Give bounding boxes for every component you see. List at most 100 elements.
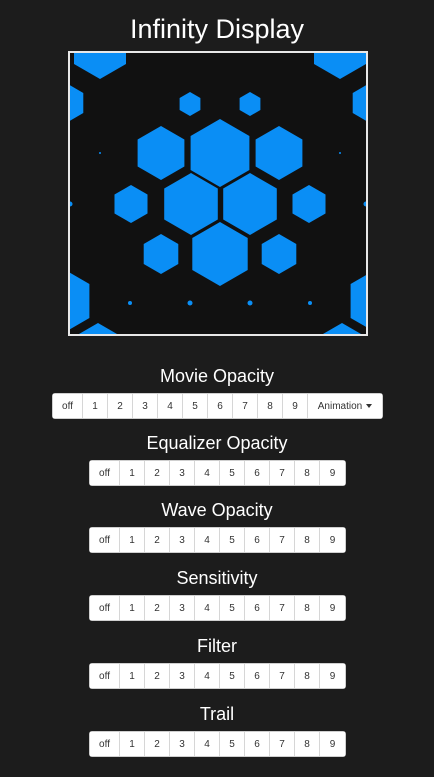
dot-shape	[70, 201, 73, 207]
filter-5-button[interactable]: 5	[220, 664, 245, 688]
equalizer-opacity-2-button[interactable]: 2	[145, 461, 170, 485]
equalizer-opacity-8-button[interactable]: 8	[295, 461, 320, 485]
dot-shape	[339, 152, 341, 154]
sensitivity-2-button[interactable]: 2	[145, 596, 170, 620]
trail-label: Trail	[199, 704, 235, 724]
wave-opacity-off-button[interactable]: off	[90, 528, 120, 552]
hexagon-shape	[255, 126, 303, 180]
hexagon-shape	[70, 272, 90, 330]
wave-opacity-3-button[interactable]: 3	[170, 528, 195, 552]
movie-opacity-7-button[interactable]: 7	[233, 394, 258, 418]
sensitivity-8-button[interactable]: 8	[295, 596, 320, 620]
movie-opacity-off-button[interactable]: off	[53, 394, 83, 418]
movie-opacity-3-button[interactable]: 3	[133, 394, 158, 418]
hexagon-shape	[164, 173, 218, 235]
hexagon-shape	[192, 222, 248, 286]
hexagon-shape	[350, 275, 366, 327]
wave-opacity-8-button[interactable]: 8	[295, 528, 320, 552]
hexagon-shape	[292, 185, 326, 223]
animation-dropdown-button[interactable]: Animation	[308, 394, 382, 418]
hexagon-visualizer	[70, 53, 366, 334]
wave-opacity-1-button[interactable]: 1	[120, 528, 145, 552]
hexagon-shape	[74, 53, 126, 79]
movie-opacity-2-button[interactable]: 2	[108, 394, 133, 418]
equalizer-opacity-5-button[interactable]: 5	[220, 461, 245, 485]
visualizer-display	[68, 51, 368, 336]
filter-8-button[interactable]: 8	[295, 664, 320, 688]
hexagon-shape	[239, 92, 261, 116]
wave-opacity-9-button[interactable]: 9	[320, 528, 345, 552]
filter-9-button[interactable]: 9	[320, 664, 345, 688]
movie-opacity-1-button[interactable]: 1	[83, 394, 108, 418]
hexagon-shape	[314, 53, 366, 79]
trail-8-button[interactable]: 8	[295, 732, 320, 756]
hexagon-shape	[190, 119, 250, 187]
wave-opacity-button-group: off 1 2 3 4 5 6 7 8 9	[89, 527, 346, 553]
trail-1-button[interactable]: 1	[120, 732, 145, 756]
hexagon-shape	[223, 173, 277, 235]
trail-button-group: off 1 2 3 4 5 6 7 8 9	[89, 731, 346, 757]
animation-dropdown-label: Animation	[317, 400, 363, 412]
wave-opacity-5-button[interactable]: 5	[220, 528, 245, 552]
hexagon-shape	[78, 323, 118, 334]
sensitivity-button-group: off 1 2 3 4 5 6 7 8 9	[89, 595, 346, 621]
dot-shape	[187, 300, 193, 306]
sensitivity-7-button[interactable]: 7	[270, 596, 295, 620]
dot-shape	[247, 300, 253, 306]
trail-7-button[interactable]: 7	[270, 732, 295, 756]
equalizer-opacity-7-button[interactable]: 7	[270, 461, 295, 485]
sensitivity-off-button[interactable]: off	[90, 596, 120, 620]
filter-off-button[interactable]: off	[90, 664, 120, 688]
hexagon-shape	[137, 126, 185, 180]
hexagon-shape	[114, 185, 148, 223]
filter-4-button[interactable]: 4	[195, 664, 220, 688]
movie-opacity-6-button[interactable]: 6	[208, 394, 233, 418]
wave-opacity-6-button[interactable]: 6	[245, 528, 270, 552]
trail-off-button[interactable]: off	[90, 732, 120, 756]
trail-3-button[interactable]: 3	[170, 732, 195, 756]
sensitivity-3-button[interactable]: 3	[170, 596, 195, 620]
trail-4-button[interactable]: 4	[195, 732, 220, 756]
trail-5-button[interactable]: 5	[220, 732, 245, 756]
trail-2-button[interactable]: 2	[145, 732, 170, 756]
sensitivity-1-button[interactable]: 1	[120, 596, 145, 620]
filter-3-button[interactable]: 3	[170, 664, 195, 688]
wave-opacity-4-button[interactable]: 4	[195, 528, 220, 552]
filter-2-button[interactable]: 2	[145, 664, 170, 688]
equalizer-opacity-3-button[interactable]: 3	[170, 461, 195, 485]
movie-opacity-label: Movie Opacity	[159, 366, 275, 386]
wave-opacity-2-button[interactable]: 2	[145, 528, 170, 552]
sensitivity-label: Sensitivity	[176, 568, 258, 588]
hexagon-shape	[261, 234, 297, 274]
equalizer-opacity-9-button[interactable]: 9	[320, 461, 345, 485]
equalizer-opacity-button-group: off 1 2 3 4 5 6 7 8 9	[89, 460, 346, 486]
sensitivity-4-button[interactable]: 4	[195, 596, 220, 620]
filter-1-button[interactable]: 1	[120, 664, 145, 688]
caret-down-icon	[366, 404, 373, 408]
equalizer-opacity-off-button[interactable]: off	[90, 461, 120, 485]
trail-9-button[interactable]: 9	[320, 732, 345, 756]
hexagon-shape	[179, 92, 201, 116]
movie-opacity-8-button[interactable]: 8	[258, 394, 283, 418]
dot-shape	[128, 301, 132, 305]
wave-opacity-label: Wave Opacity	[161, 500, 273, 520]
hexagon-shape	[143, 234, 179, 274]
dot-shape	[363, 201, 366, 207]
movie-opacity-9-button[interactable]: 9	[283, 394, 308, 418]
equalizer-opacity-6-button[interactable]: 6	[245, 461, 270, 485]
movie-opacity-4-button[interactable]: 4	[158, 394, 183, 418]
sensitivity-9-button[interactable]: 9	[320, 596, 345, 620]
hexagon-shape	[352, 85, 366, 121]
trail-6-button[interactable]: 6	[245, 732, 270, 756]
filter-7-button[interactable]: 7	[270, 664, 295, 688]
sensitivity-6-button[interactable]: 6	[245, 596, 270, 620]
movie-opacity-5-button[interactable]: 5	[183, 394, 208, 418]
movie-opacity-button-group: off 1 2 3 4 5 6 7 8 9 Animation	[52, 393, 383, 419]
sensitivity-5-button[interactable]: 5	[220, 596, 245, 620]
filter-label: Filter	[197, 636, 237, 656]
equalizer-opacity-1-button[interactable]: 1	[120, 461, 145, 485]
filter-6-button[interactable]: 6	[245, 664, 270, 688]
hexagon-shape	[70, 85, 84, 121]
wave-opacity-7-button[interactable]: 7	[270, 528, 295, 552]
equalizer-opacity-4-button[interactable]: 4	[195, 461, 220, 485]
